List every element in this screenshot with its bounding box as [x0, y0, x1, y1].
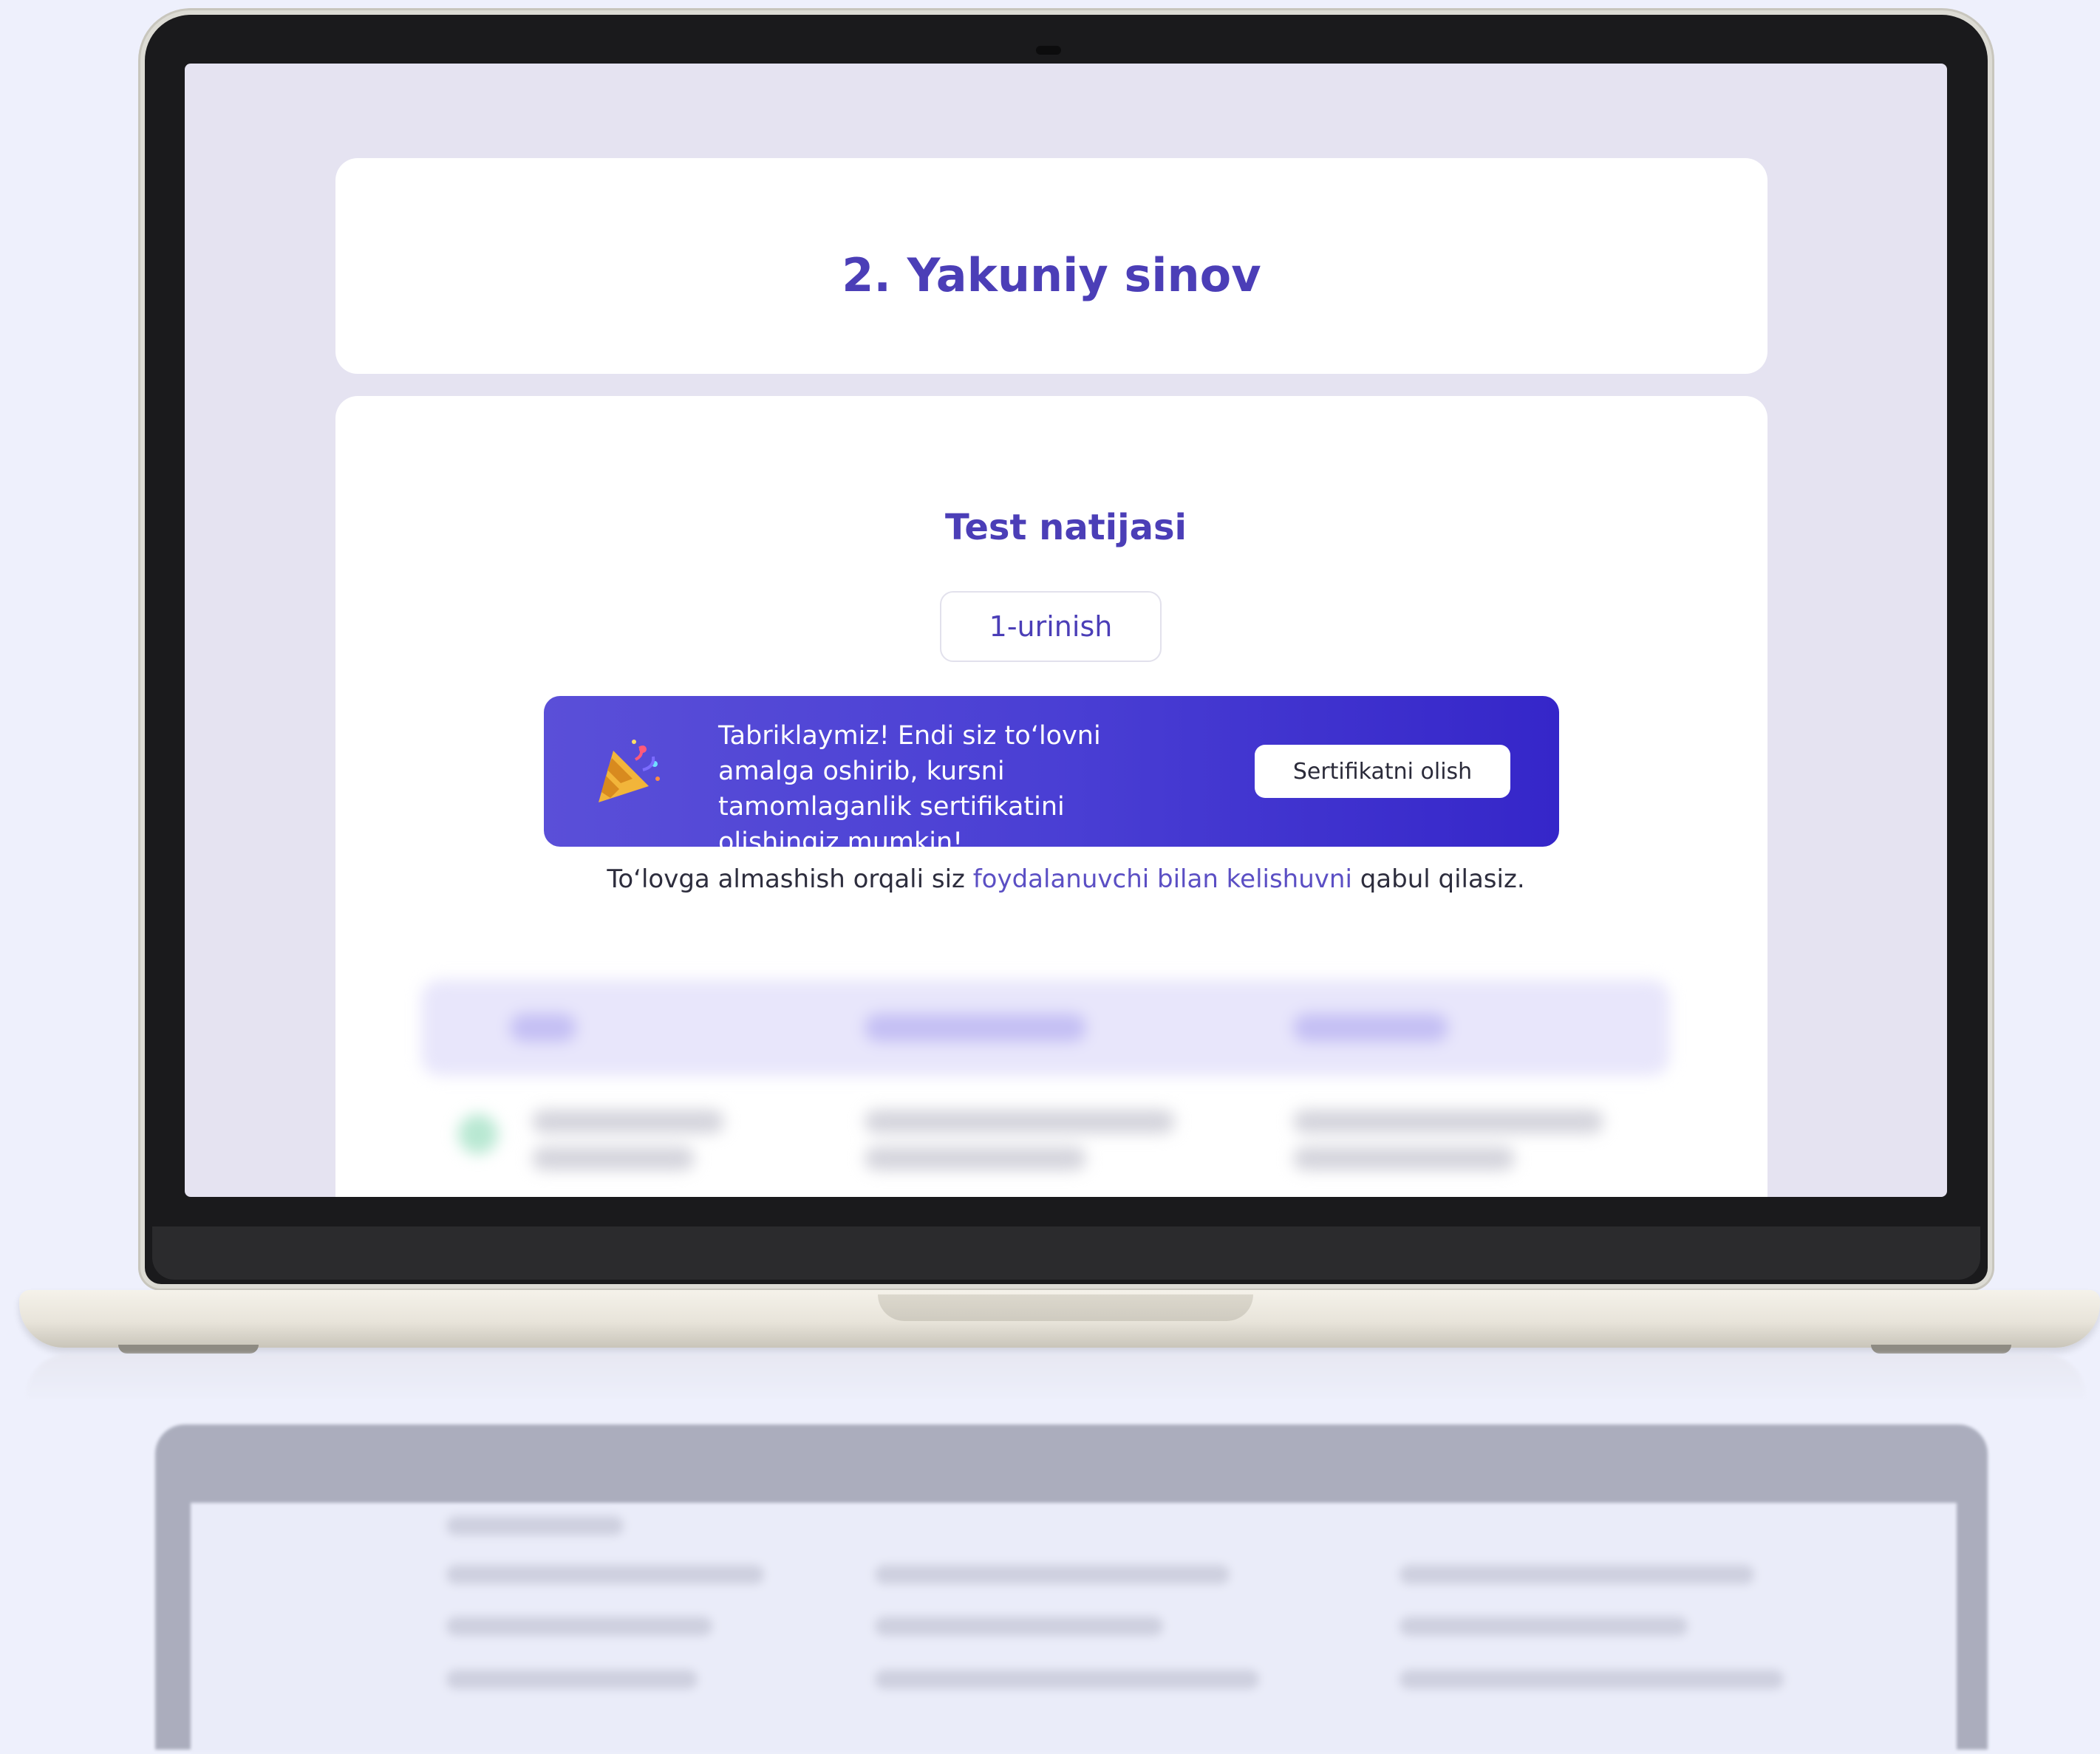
result-heading: Test natijasi: [945, 507, 1187, 548]
agreement-suffix: qabul qilasiz.: [1351, 864, 1525, 894]
certificate-banner: Tabriklaymiz! Endi siz to‘lovni amalga o…: [544, 696, 1559, 857]
reflection-line: [1400, 1670, 1784, 1689]
blurred-row-line: [532, 1110, 724, 1133]
reflection-base: [25, 1354, 2087, 1402]
reflection-line: [875, 1617, 1163, 1636]
status-dot: [458, 1114, 498, 1154]
blurred-header-cell: [865, 1014, 1086, 1042]
reflection-line: [875, 1565, 1230, 1584]
laptop-reflection: [25, 1354, 2087, 1754]
camera-notch: [1036, 46, 1061, 55]
laptop-screen: 2. Yakuniy sinov Test natijasi 1-urinish…: [185, 64, 1947, 1197]
laptop-foot: [118, 1345, 259, 1354]
page-title: 2. Yakuniy sinov: [842, 248, 1261, 302]
blurred-header-cell: [510, 1014, 576, 1042]
reflection-line: [446, 1670, 698, 1689]
blurred-row-line: [865, 1110, 1175, 1133]
get-certificate-button[interactable]: Sertifikatni olish: [1255, 745, 1510, 798]
title-card: 2. Yakuniy sinov: [335, 158, 1767, 374]
laptop-foot: [1871, 1345, 2011, 1354]
blurred-row-line: [1293, 1110, 1603, 1133]
agreement-prefix: To‘lovga almashish orqali siz: [607, 864, 973, 894]
blurred-results-table: [421, 980, 1670, 1197]
reflection-line: [875, 1670, 1259, 1689]
reflection-line: [446, 1617, 712, 1636]
laptop-hinge: [152, 1226, 1980, 1280]
blurred-row-line: [532, 1147, 695, 1170]
party-popper-icon: [599, 740, 660, 802]
reflection-line: [446, 1565, 764, 1584]
agreement-text: To‘lovga almashish orqali siz foydalanuv…: [185, 864, 1947, 894]
blurred-heading: [185, 924, 1947, 940]
reflection-line: [1400, 1617, 1688, 1636]
blurred-table-header: [421, 980, 1670, 1076]
blurred-row-line: [1293, 1147, 1515, 1170]
banner-message: Tabriklaymiz! Endi siz to‘lovni amalga o…: [718, 721, 1101, 857]
blurred-header-cell: [1293, 1014, 1448, 1042]
reflection-line: [446, 1516, 624, 1535]
user-agreement-link[interactable]: foydalanuvchi bilan kelishuvni: [973, 864, 1352, 894]
reflection-line: [1400, 1565, 1754, 1584]
attempt-tab[interactable]: 1-urinish: [940, 591, 1162, 662]
blurred-row-line: [865, 1147, 1086, 1170]
attempt-label: 1-urinish: [989, 610, 1113, 643]
laptop-opening-groove: [878, 1294, 1253, 1321]
